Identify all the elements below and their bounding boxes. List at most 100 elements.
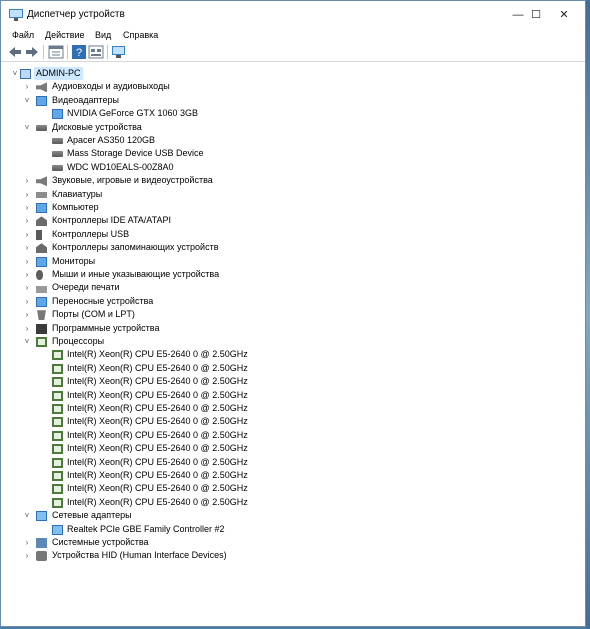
tree-category-item[interactable]: › Контроллеры запоминающих устройств xyxy=(1,241,585,254)
tree-category-item[interactable]: › Контроллеры IDE ATA/ATAPI xyxy=(1,214,585,227)
tree-device-item[interactable]: Intel(R) Xeon(R) CPU E5-2640 0 @ 2.50GHz xyxy=(1,482,585,495)
pc-device-icon xyxy=(20,69,31,79)
tree-device-item[interactable]: NVIDIA GeForce GTX 1060 3GB xyxy=(1,107,585,120)
tree-item-label: Intel(R) Xeon(R) CPU E5-2640 0 @ 2.50GHz xyxy=(67,496,248,507)
tree-item-label: Intel(R) Xeon(R) CPU E5-2640 0 @ 2.50GHz xyxy=(67,483,248,494)
device-manager-icon xyxy=(9,9,23,21)
menu-help[interactable]: Справка xyxy=(123,29,158,42)
expand-arrow-icon[interactable]: › xyxy=(23,188,31,201)
tree-category-item[interactable]: › Клавиатуры xyxy=(1,188,585,201)
tree-item-label: Apacer AS350 120GB xyxy=(67,135,156,145)
expand-arrow-icon[interactable]: › xyxy=(23,80,31,93)
chip-device-icon xyxy=(36,337,47,347)
collapse-arrow-icon[interactable]: ˅ xyxy=(23,335,31,348)
menu-file[interactable]: Файл xyxy=(12,29,34,42)
forward-icon[interactable] xyxy=(24,44,40,60)
tree-category-item[interactable]: › Переносные устройства xyxy=(1,295,585,308)
tree-category-item[interactable]: › Очереди печати xyxy=(1,281,585,294)
tree-category-item[interactable]: › Мыши и иные указывающие устройства xyxy=(1,268,585,281)
tree-category-item[interactable]: › Программные устройства xyxy=(1,322,585,335)
chip-device-icon xyxy=(52,430,63,441)
tree-item-label: Intel(R) Xeon(R) CPU E5-2640 0 @ 2.50GHz xyxy=(67,456,248,467)
tree-item-label: Мониторы xyxy=(52,255,96,266)
mouse-device-icon xyxy=(36,270,43,280)
collapse-arrow-icon[interactable]: ˅ xyxy=(23,94,31,107)
collapse-arrow-icon[interactable]: ˅ xyxy=(23,121,31,134)
tree-category-item[interactable]: › Аудиовходы и аудиовыходы xyxy=(1,80,585,93)
tree-category-item[interactable]: › Звуковые, игровые и видеоустройства xyxy=(1,174,585,187)
tree-root-item[interactable]: ˅ ADMIN-PC xyxy=(1,67,585,81)
expand-arrow-icon[interactable]: › xyxy=(23,201,31,214)
tree-item-label: Аудиовходы и аудиовыходы xyxy=(52,81,170,92)
device-tree[interactable]: ˅ ADMIN-PC › Аудиовходы и аудиовыходы ˅ Видео… xyxy=(1,62,585,626)
collapse-arrow-icon[interactable]: ˅ xyxy=(23,509,31,522)
usb-device-icon xyxy=(36,229,42,240)
tree-device-item[interactable]: Intel(R) Xeon(R) CPU E5-2640 0 @ 2.50GHz xyxy=(1,442,585,455)
tree-device-item[interactable]: Mass Storage Device USB Device xyxy=(1,147,585,160)
expand-arrow-icon[interactable]: › xyxy=(23,174,31,187)
expand-arrow-icon[interactable]: › xyxy=(23,214,31,227)
toolbar: ? xyxy=(1,43,585,62)
close-button[interactable]: ✕ xyxy=(541,1,587,29)
net-device-icon xyxy=(52,524,63,535)
tree-item-label: Звуковые, игровые и видеоустройства xyxy=(52,175,213,186)
tree-item-label: Intel(R) Xeon(R) CPU E5-2640 0 @ 2.50GHz xyxy=(67,443,248,454)
tree-item-label: Видеоадаптеры xyxy=(52,94,119,105)
menu-action[interactable]: Действие xyxy=(45,29,85,42)
expand-arrow-icon[interactable]: › xyxy=(23,295,31,308)
tree-category-item[interactable]: ˅ Сетевые адаптеры xyxy=(1,509,585,522)
tree-item-label: ADMIN-PC xyxy=(34,67,83,81)
tree-device-item[interactable]: Intel(R) Xeon(R) CPU E5-2640 0 @ 2.50GHz xyxy=(1,362,585,375)
tree-device-item[interactable]: Realtek PCIe GBE Family Controller #2 xyxy=(1,523,585,536)
back-icon[interactable] xyxy=(7,44,23,60)
expand-arrow-icon[interactable]: › xyxy=(23,255,31,268)
tree-item-label: Контроллеры запоминающих устройств xyxy=(52,242,219,253)
tree-category-item[interactable]: › Контроллеры USB xyxy=(1,228,585,241)
tree-device-item[interactable]: Intel(R) Xeon(R) CPU E5-2640 0 @ 2.50GHz xyxy=(1,429,585,442)
tree-item-label: Дисковые устройства xyxy=(52,121,142,132)
tree-category-item[interactable]: ˅ Видеоадаптеры xyxy=(1,94,585,107)
tree-category-item[interactable]: › Устройства HID (Human Interface Devices… xyxy=(1,549,585,562)
tree-category-item[interactable]: ˅ Дисковые устройства xyxy=(1,121,585,134)
collapse-arrow-icon[interactable]: ˅ xyxy=(11,67,19,80)
expand-arrow-icon[interactable]: › xyxy=(23,536,31,549)
expand-arrow-icon[interactable]: › xyxy=(23,228,31,241)
tree-category-item[interactable]: › Системные устройства xyxy=(1,536,585,549)
tree-device-item[interactable]: Intel(R) Xeon(R) CPU E5-2640 0 @ 2.50GHz xyxy=(1,456,585,469)
tree-item-label: Intel(R) Xeon(R) CPU E5-2640 0 @ 2.50GHz xyxy=(67,362,248,373)
expand-arrow-icon[interactable]: › xyxy=(23,322,31,335)
tree-device-item[interactable]: Intel(R) Xeon(R) CPU E5-2640 0 @ 2.50GHz xyxy=(1,415,585,428)
chip-device-icon xyxy=(52,444,63,455)
menu-view[interactable]: Вид xyxy=(95,29,111,42)
tree-device-item[interactable]: WDC WD10EALS-00Z8A0 xyxy=(1,161,585,174)
tree-category-item[interactable]: › Компьютер xyxy=(1,201,585,214)
tree-device-item[interactable]: Intel(R) Xeon(R) CPU E5-2640 0 @ 2.50GHz xyxy=(1,375,585,388)
help-icon[interactable]: ? xyxy=(71,44,87,60)
tree-item-label: Realtek PCIe GBE Family Controller #2 xyxy=(67,523,225,534)
expand-arrow-icon[interactable]: › xyxy=(23,281,31,294)
menu-bar: Файл Действие Вид Справка xyxy=(1,29,585,42)
title-bar[interactable]: Диспетчер устройств — ☐ ✕ xyxy=(1,1,585,29)
disk-device-icon xyxy=(52,151,63,158)
tree-device-item[interactable]: Intel(R) Xeon(R) CPU E5-2640 0 @ 2.50GHz xyxy=(1,402,585,415)
mon-device-icon xyxy=(52,109,63,120)
expand-arrow-icon[interactable]: › xyxy=(23,268,31,281)
expand-arrow-icon[interactable]: › xyxy=(23,308,31,321)
tree-device-item[interactable]: Intel(R) Xeon(R) CPU E5-2640 0 @ 2.50GHz xyxy=(1,469,585,482)
tree-device-item[interactable]: Apacer AS350 120GB xyxy=(1,134,585,147)
properties-icon[interactable] xyxy=(48,44,64,60)
tree-category-item[interactable]: ˅ Процессоры xyxy=(1,335,585,348)
disk-device-icon xyxy=(36,124,47,131)
expand-arrow-icon[interactable]: › xyxy=(23,241,31,254)
tree-device-item[interactable]: Intel(R) Xeon(R) CPU E5-2640 0 @ 2.50GHz xyxy=(1,496,585,509)
expand-arrow-icon[interactable]: › xyxy=(23,549,31,562)
tree-device-item[interactable]: Intel(R) Xeon(R) CPU E5-2640 0 @ 2.50GHz xyxy=(1,389,585,402)
tree-category-item[interactable]: › Порты (COM и LPT) xyxy=(1,308,585,321)
disk-device-icon xyxy=(52,138,63,144)
show-hidden-icon[interactable] xyxy=(88,44,104,60)
kbd-device-icon xyxy=(36,191,47,198)
mon-device-icon xyxy=(36,203,47,213)
tree-category-item[interactable]: › Мониторы xyxy=(1,255,585,268)
scan-hardware-icon[interactable] xyxy=(111,44,127,60)
tree-device-item[interactable]: Intel(R) Xeon(R) CPU E5-2640 0 @ 2.50GHz xyxy=(1,348,585,361)
